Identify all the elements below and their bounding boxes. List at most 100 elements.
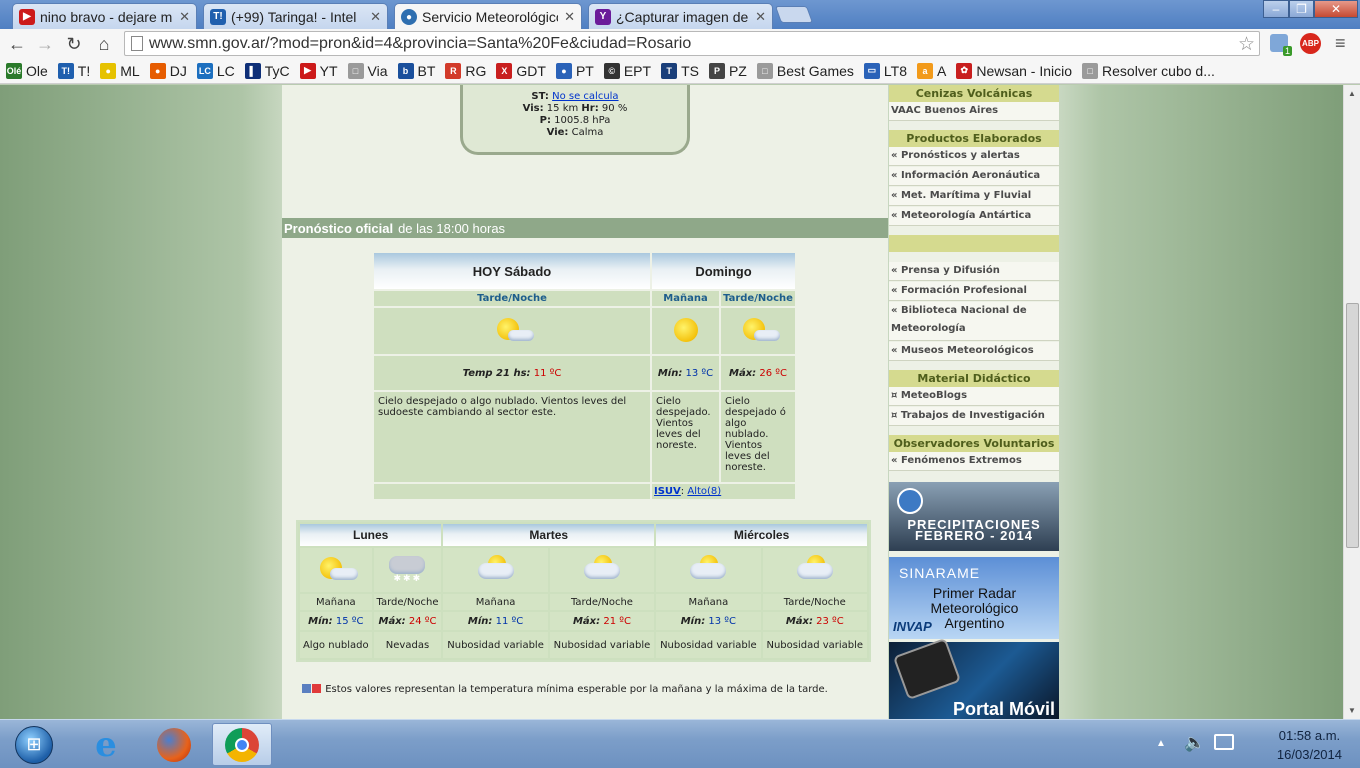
min-temp-cell: Mín: 15 ºC	[300, 612, 372, 630]
bookmark-tyc[interactable]: ▌ TyC	[244, 62, 290, 79]
bookmark-label: Resolver cubo d...	[1102, 62, 1215, 79]
volume-icon[interactable]: 🔈	[1184, 733, 1205, 753]
scrollbar-thumb[interactable]	[1346, 303, 1359, 548]
bookmark-favicon-icon: a	[916, 62, 933, 79]
sidebar-item-vaac[interactable]: VAAC Buenos Aires	[889, 102, 1059, 121]
close-tab-icon[interactable]: ✕	[564, 9, 575, 25]
tab-taringa[interactable]: T! (+99) Taringa! - Intel ✕	[203, 3, 388, 29]
bookmark-t[interactable]: T! T!	[57, 62, 90, 79]
close-tab-icon[interactable]: ✕	[370, 9, 381, 25]
new-tab-button[interactable]	[774, 6, 814, 23]
extension-icon[interactable]: 1	[1270, 34, 1292, 56]
cloud-sun-icon	[791, 554, 839, 584]
max-label: Máx:	[572, 615, 601, 627]
morning-weather-cell	[656, 548, 761, 592]
sidebar-item-antartica[interactable]: « Meteorología Antártica	[889, 207, 1059, 226]
chrome-taskbar-icon[interactable]	[212, 723, 272, 766]
bookmark-ts[interactable]: T TS	[661, 62, 699, 79]
scroll-up-icon[interactable]: ▲	[1348, 89, 1356, 98]
firefox-taskbar-icon[interactable]	[144, 723, 204, 766]
system-clock[interactable]: 01:58 a.m. 16/03/2014	[1277, 726, 1342, 764]
bookmark-star-icon[interactable]: ☆	[1238, 33, 1255, 56]
minimize-button[interactable]: ‒	[1263, 0, 1289, 18]
bookmark-favicon-icon: □	[756, 62, 773, 79]
scroll-down-icon[interactable]: ▼	[1348, 706, 1356, 715]
page-scrollbar[interactable]: ▲ ▼	[1343, 85, 1360, 719]
sidebar-item-biblioteca[interactable]: « Biblioteca Nacional de Meteorología	[889, 302, 1059, 341]
bookmark-a[interactable]: aA	[916, 62, 947, 79]
isuv-link[interactable]: ISUV	[654, 486, 681, 497]
sidebar-item-museos[interactable]: « Museos Meteorológicos	[889, 342, 1059, 361]
bookmark-favicon-icon: T	[661, 62, 678, 79]
internet-explorer-taskbar-icon[interactable]: e	[76, 723, 136, 766]
forward-icon[interactable]: →	[34, 33, 56, 55]
show-hidden-icons[interactable]: ▲	[1156, 738, 1166, 749]
sidebar-item-maritima[interactable]: « Met. Marítima y Fluvial	[889, 187, 1059, 206]
st-value-link[interactable]: No se calcula	[552, 91, 618, 102]
bookmark-rg[interactable]: R RG	[445, 62, 486, 79]
evening-weather-cell: ✱✱✱	[373, 548, 442, 592]
portal-movil-banner[interactable]: Portal Móvil	[889, 637, 1059, 719]
min-label: Mín:	[680, 615, 706, 627]
network-icon[interactable]	[1214, 734, 1234, 750]
url-text: www.smn.gov.ar/?mod=pron&id=4&provincia=…	[149, 34, 692, 52]
isuv-value-link[interactable]: Alto(8)	[687, 486, 721, 497]
bookmark-bt[interactable]: b BT	[397, 62, 435, 79]
sidebar-item-meteoblogs[interactable]: ¤ MeteoBlogs	[889, 387, 1059, 406]
menu-icon[interactable]: ≡	[1335, 33, 1346, 54]
bookmark-newsan-inicio[interactable]: ✿ Newsan - Inicio	[956, 62, 1072, 79]
st-label: ST:	[531, 91, 549, 102]
bookmark-via[interactable]: □ Via	[347, 62, 388, 79]
home-icon[interactable]: ⌂	[93, 33, 115, 55]
tab-youtube[interactable]: ▶ nino bravo - dejare mi ✕	[12, 3, 197, 29]
close-window-button[interactable]: ✕	[1314, 0, 1358, 18]
tomorrow-max-cell: Máx: 26 ºC	[721, 356, 795, 390]
sidebar-item-pronosticos[interactable]: « Pronósticos y alertas	[889, 147, 1059, 166]
bookmark-lt8[interactable]: ▭ LT8	[863, 62, 907, 79]
bookmark-pz[interactable]: P PZ	[708, 62, 747, 79]
bookmark-pt[interactable]: ● PT	[555, 62, 594, 79]
bookmark-ept[interactable]: © EPT	[603, 62, 652, 79]
max-temp: 21 ºC	[603, 615, 631, 627]
adblock-icon[interactable]: ABP	[1300, 33, 1321, 54]
bookmark-resolver-cubo-d[interactable]: □ Resolver cubo d...	[1082, 62, 1215, 79]
bookmark-favicon-icon: □	[347, 62, 364, 79]
precipitaciones-banner[interactable]: PRECIPITACIONES FEBRERO - 2014	[889, 482, 1059, 551]
current-conditions-box: ST: No se calcula Vis: 15 km Hr: 90 % P:…	[460, 85, 690, 155]
bookmark-yt[interactable]: ▶ YT	[299, 62, 338, 79]
tab-smn[interactable]: ● Servicio Meteorológico ✕	[394, 3, 582, 30]
bookmark-label: Via	[367, 62, 388, 79]
sinarame-banner[interactable]: SINARAME Primer Radar Meteorológico Arge…	[889, 557, 1059, 639]
bookmark-label: A	[936, 62, 947, 79]
bookmark-dj[interactable]: ● DJ	[149, 62, 187, 79]
address-bar[interactable]: www.smn.gov.ar/?mod=pron&id=4&provincia=…	[124, 31, 1260, 56]
sidebar-item-fenomenos[interactable]: « Fenómenos Extremos	[889, 452, 1059, 471]
back-icon[interactable]: ←	[6, 33, 28, 55]
tab-yahoo[interactable]: Y ¿Capturar imagen de p ✕	[588, 3, 773, 29]
sidebar-item-formacion[interactable]: « Formación Profesional	[889, 282, 1059, 301]
bookmark-best-games[interactable]: □ Best Games	[756, 62, 854, 79]
reload-icon[interactable]: ↻	[63, 33, 85, 55]
bookmark-favicon-icon: ●	[100, 62, 117, 79]
yahoo-icon: Y	[595, 8, 611, 25]
close-tab-icon[interactable]: ✕	[179, 9, 190, 25]
maximize-button[interactable]: ❐	[1289, 0, 1314, 18]
bookmark-favicon-icon: LC	[196, 62, 213, 79]
bookmark-lc[interactable]: LC LC	[196, 62, 235, 79]
bookmark-label: EPT	[623, 62, 652, 79]
bookmark-ole[interactable]: Olé Ole	[6, 62, 48, 79]
sidebar-item-trabajos[interactable]: ¤ Trabajos de Investigación	[889, 407, 1059, 426]
sidebar-item-aeronautica[interactable]: « Información Aeronáutica	[889, 167, 1059, 186]
start-button[interactable]: ⊞	[4, 723, 64, 766]
observadores-header: Observadores Voluntarios	[889, 435, 1059, 452]
close-tab-icon[interactable]: ✕	[755, 9, 766, 25]
sidebar-item-prensa[interactable]: « Prensa y Difusión	[889, 262, 1059, 281]
bookmark-gdt[interactable]: X GDT	[496, 62, 546, 79]
invap-logo: INVAP	[893, 619, 932, 634]
bookmark-favicon-icon: P	[708, 62, 725, 79]
tomorrow-max: 26 ºC	[759, 367, 787, 379]
bookmark-favicon-icon: T!	[57, 62, 74, 79]
bookmark-ml[interactable]: ● ML	[100, 62, 140, 79]
main-content: ST: No se calcula Vis: 15 km Hr: 90 % P:…	[282, 85, 888, 719]
forecast-title: Pronóstico oficial	[284, 220, 394, 236]
